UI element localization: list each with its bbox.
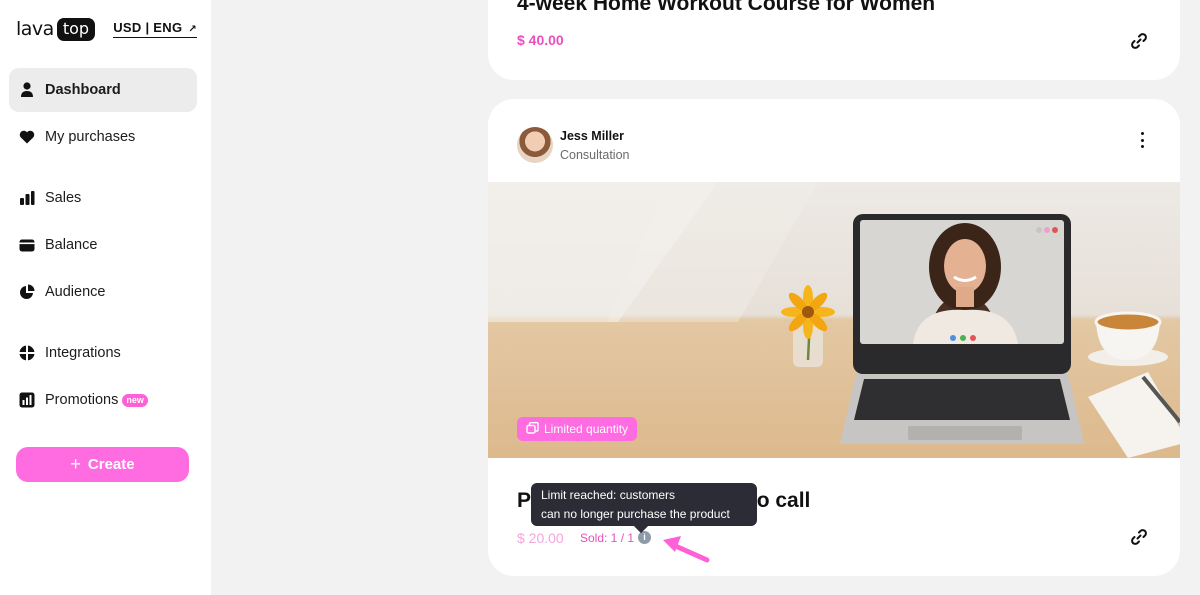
- limit-tooltip: Limit reached: customers can no longer p…: [531, 483, 757, 534]
- more-options-icon[interactable]: [1138, 132, 1146, 148]
- sidebar-item-label: Dashboard: [45, 82, 121, 98]
- create-label: Create: [87, 456, 135, 473]
- product-price: $ 40.00: [517, 32, 564, 48]
- copies-icon: [526, 421, 539, 437]
- product-title[interactable]: 4-week Home Workout Course for Women: [517, 0, 935, 16]
- sidebar-item-sales[interactable]: Sales: [9, 176, 197, 220]
- sidebar-item-label: Audience: [45, 284, 106, 300]
- sidebar-item-promotions[interactable]: Promotions new: [9, 378, 197, 422]
- sold-count: Sold: 1 / 1: [580, 531, 635, 545]
- new-badge: new: [122, 393, 148, 407]
- wallet-icon: [19, 237, 35, 253]
- logo-text: lava: [16, 18, 54, 40]
- pie-chart-icon: [19, 284, 35, 300]
- avatar[interactable]: [517, 127, 553, 163]
- create-button[interactable]: + Create: [16, 447, 189, 482]
- limited-quantity-label: Limited quantity: [544, 422, 629, 436]
- stats-icon: [19, 392, 35, 408]
- logo-badge: top: [56, 17, 96, 41]
- product-price: $ 20.00: [517, 530, 564, 546]
- brand-row: lava top USD | ENG ↗: [16, 16, 197, 42]
- grid-circle-icon: [19, 345, 35, 361]
- product-cover-image[interactable]: Limited quantity: [488, 182, 1180, 458]
- sidebar: lava top USD | ENG ↗ Dashboard My purcha…: [0, 0, 211, 595]
- plus-icon: +: [70, 454, 81, 474]
- link-icon[interactable]: [1130, 528, 1148, 546]
- pointer-arrow-icon: [663, 536, 710, 563]
- sidebar-item-label: My purchases: [45, 129, 136, 145]
- external-arrow-icon: ↗: [188, 24, 197, 35]
- sidebar-item-my-purchases[interactable]: My purchases: [9, 115, 197, 159]
- product-card-workout[interactable]: 4-week Home Workout Course for Women $ 4…: [488, 0, 1180, 80]
- sidebar-item-balance[interactable]: Balance: [9, 223, 197, 267]
- logo[interactable]: lava top: [16, 16, 96, 42]
- product-category: Consultation: [560, 148, 630, 162]
- sidebar-item-dashboard[interactable]: Dashboard: [9, 68, 197, 112]
- currency-language-switcher[interactable]: USD | ENG ↗: [113, 20, 197, 38]
- limited-quantity-badge: Limited quantity: [517, 417, 638, 441]
- tooltip-line-1: Limit reached: customers: [541, 488, 676, 502]
- author-name[interactable]: Jess Miller: [560, 129, 624, 143]
- heart-icon: [19, 129, 35, 145]
- bar-chart-icon: [19, 190, 35, 206]
- product-title-start: P: [517, 489, 532, 512]
- user-icon: [19, 82, 35, 98]
- link-icon[interactable]: [1130, 32, 1148, 50]
- locale-label: USD | ENG: [113, 20, 183, 35]
- sidebar-item-label: Balance: [45, 237, 98, 253]
- sidebar-item-integrations[interactable]: Integrations: [9, 331, 197, 375]
- sidebar-item-label: Sales: [45, 190, 82, 206]
- sidebar-item-label: Promotions: [45, 392, 119, 408]
- sidebar-item-label: Integrations: [45, 345, 121, 361]
- sidebar-item-audience[interactable]: Audience: [9, 270, 197, 314]
